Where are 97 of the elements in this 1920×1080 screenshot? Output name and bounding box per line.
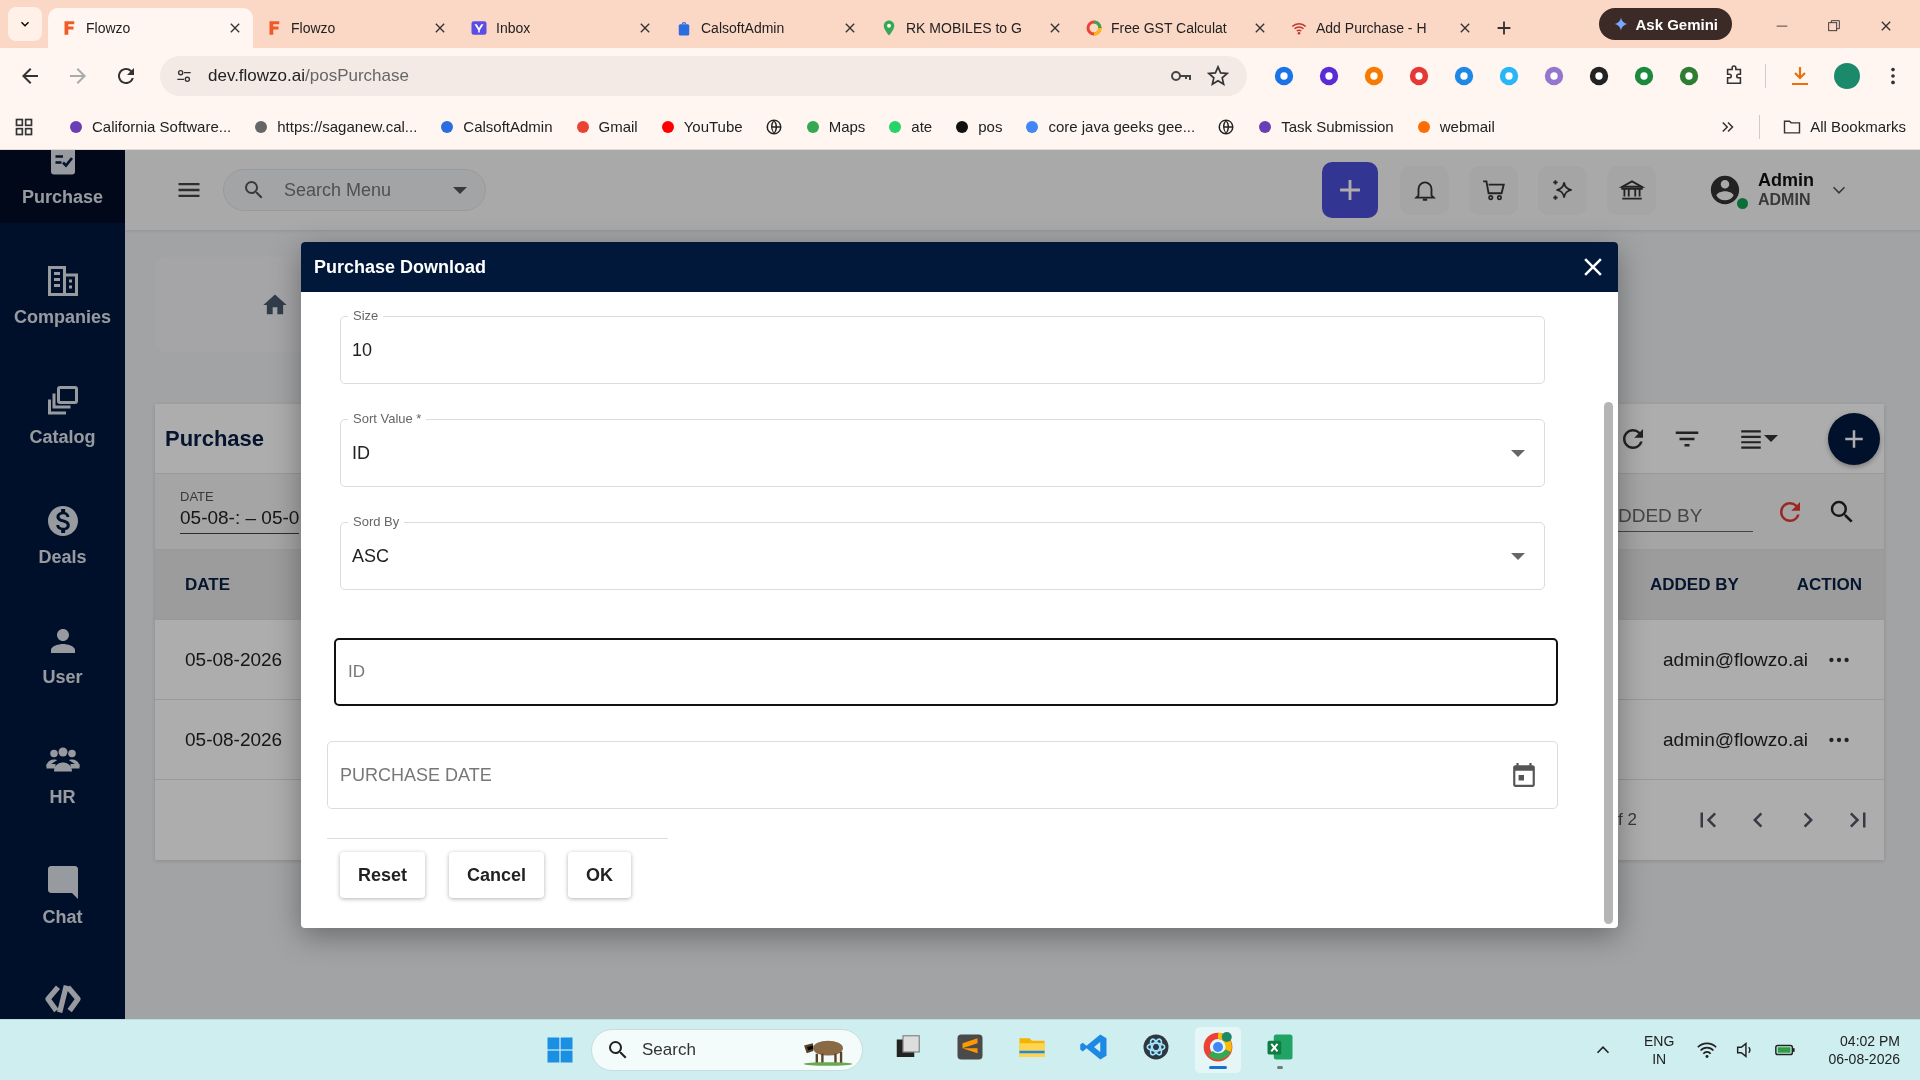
dot-icon bbox=[68, 118, 84, 135]
dot-icon bbox=[804, 118, 821, 135]
table-cell-text: admin@flowzo.ai bbox=[1662, 728, 1808, 751]
browser-tab[interactable]: Flowzo bbox=[253, 8, 458, 48]
bank-button[interactable] bbox=[1607, 165, 1656, 215]
caret-icon bbox=[453, 186, 467, 194]
browser-tab[interactable]: Add Purchase - H bbox=[1278, 8, 1483, 48]
dot-icon bbox=[1024, 118, 1041, 135]
ask-gemini-button[interactable]: Ask Gemini bbox=[1599, 8, 1732, 40]
url-text: dev.flowzo.ai/posPurchase bbox=[208, 66, 409, 86]
scrollbar-thumb[interactable] bbox=[1604, 402, 1613, 924]
sidebar-item[interactable]: HR bbox=[0, 703, 125, 823]
bookmark-link[interactable]: ate bbox=[887, 118, 933, 135]
ring-icon bbox=[1203, 1031, 1233, 1062]
circle-icon[interactable] bbox=[1318, 65, 1341, 87]
input-field[interactable]: Size 10 bbox=[340, 307, 1545, 384]
dialog-button[interactable]: Cancel bbox=[449, 852, 545, 898]
bookmark-link[interactable]: https://saganew.cal... bbox=[253, 118, 418, 135]
online-dot bbox=[1737, 198, 1748, 209]
cart-icon bbox=[1480, 177, 1507, 203]
browser-tab[interactable]: Free GST Calculat bbox=[1073, 8, 1278, 48]
sidebar-item[interactable]: Companies bbox=[0, 223, 125, 343]
dialog-button[interactable]: Reset bbox=[340, 852, 426, 898]
sidebar-item[interactable]: Deals bbox=[0, 463, 125, 583]
dot-icon bbox=[253, 118, 270, 135]
caret-icon[interactable] bbox=[1764, 435, 1778, 442]
sidebar-item[interactable]: Chat bbox=[0, 823, 125, 943]
language-indicator[interactable]: ENG IN bbox=[1644, 1032, 1675, 1068]
mail-icon bbox=[470, 19, 488, 37]
dot-icon bbox=[1257, 118, 1274, 135]
bookmark-link[interactable]: YouTube bbox=[659, 118, 743, 135]
user-role: ADMIN bbox=[1758, 190, 1812, 210]
card-title: Purchase bbox=[164, 425, 265, 452]
profile-avatar[interactable] bbox=[1834, 63, 1860, 89]
sidebar-item[interactable]: Catalog bbox=[0, 343, 125, 463]
tab-title: Flowzo bbox=[291, 20, 336, 36]
tab-title: Add Purchase - H bbox=[1316, 20, 1427, 36]
select-field[interactable]: Sord By ASC bbox=[340, 513, 1545, 590]
bookmark-link[interactable]: CalsoftAdmin bbox=[439, 118, 553, 135]
sidebar-item[interactable]: Purchase bbox=[0, 150, 125, 223]
bookmark-link[interactable]: webmail bbox=[1415, 118, 1495, 135]
bookmark-link[interactable]: pos bbox=[954, 118, 1003, 135]
dot-icon bbox=[1415, 118, 1432, 135]
date-field[interactable]: PURCHASE DATE bbox=[327, 741, 1558, 809]
input-field[interactable]: ID bbox=[334, 638, 1558, 706]
bookmark-link[interactable]: Gmail bbox=[574, 118, 638, 135]
globe-icon[interactable] bbox=[764, 117, 783, 136]
user-avatar-icon bbox=[1708, 173, 1742, 207]
windows-logo-icon[interactable] bbox=[545, 1035, 575, 1065]
browser-tab[interactable]: Flowzo bbox=[48, 8, 253, 48]
dot-icon bbox=[954, 118, 971, 135]
dot-icon bbox=[439, 118, 456, 135]
table-cell-text: 05-08-2026 bbox=[184, 648, 283, 671]
column-header: ADDED BY bbox=[1650, 574, 1739, 595]
browser-tab[interactable]: RK MOBILES to G bbox=[868, 8, 1073, 48]
bookmark-link[interactable]: core java geeks gee... bbox=[1024, 118, 1196, 135]
cart-button[interactable] bbox=[1469, 165, 1518, 215]
dot-icon bbox=[574, 118, 591, 135]
sidebar-item[interactable]: User bbox=[0, 583, 125, 703]
dialog-title: Purchase Download bbox=[314, 256, 487, 278]
bookmark-link[interactable]: California Software... bbox=[68, 118, 232, 135]
clock[interactable]: 04:02 PM 06-08-2026 bbox=[1828, 1032, 1900, 1068]
calendar-icon[interactable] bbox=[1511, 762, 1537, 788]
star-icon[interactable] bbox=[1207, 65, 1230, 87]
ring-icon bbox=[1085, 19, 1103, 37]
column-header: DATE bbox=[184, 574, 230, 595]
bell-button[interactable] bbox=[1400, 165, 1449, 215]
user-name: Admin bbox=[1758, 170, 1814, 190]
select-field[interactable]: Sort Value * ID bbox=[340, 410, 1545, 487]
all-bookmarks-button[interactable]: All Bookmarks bbox=[1782, 116, 1906, 137]
tab-title: Flowzo bbox=[86, 20, 131, 36]
tab-title: RK MOBILES to G bbox=[906, 20, 1022, 36]
dot-icon bbox=[659, 118, 676, 135]
dot-icon bbox=[887, 118, 904, 135]
caret-icon bbox=[1511, 552, 1525, 560]
browser-tab[interactable]: Inbox bbox=[458, 8, 663, 48]
taskbar-search-field[interactable]: Search bbox=[591, 1029, 863, 1071]
apps-grid-icon[interactable] bbox=[14, 116, 34, 137]
bookmark-link[interactable]: Maps bbox=[804, 118, 866, 135]
tab-title: Free GST Calculat bbox=[1111, 20, 1227, 36]
tab-title: CalsoftAdmin bbox=[701, 20, 785, 36]
bookmark-link[interactable]: Task Submission bbox=[1257, 118, 1394, 135]
browser-tab[interactable]: CalsoftAdmin bbox=[663, 8, 868, 48]
column-header: ACTION bbox=[1796, 574, 1862, 595]
restore-icon[interactable] bbox=[1826, 18, 1842, 34]
circle-icon[interactable] bbox=[1588, 65, 1611, 87]
table-cell-text: 05-08-2026 bbox=[184, 728, 283, 751]
dialog-button[interactable]: OK bbox=[568, 852, 632, 898]
table-cell-text: admin@flowzo.ai bbox=[1662, 648, 1808, 671]
add-button[interactable] bbox=[1322, 162, 1378, 218]
globe-icon[interactable] bbox=[1217, 117, 1236, 136]
sparkles-button[interactable] bbox=[1538, 165, 1587, 215]
caret-icon bbox=[1511, 449, 1525, 457]
tab-title: Inbox bbox=[496, 20, 531, 36]
address-bar[interactable]: dev.flowzo.ai/posPurchase bbox=[160, 56, 1248, 96]
page-count: f 2 bbox=[1618, 810, 1637, 830]
add-button[interactable] bbox=[1828, 412, 1880, 465]
